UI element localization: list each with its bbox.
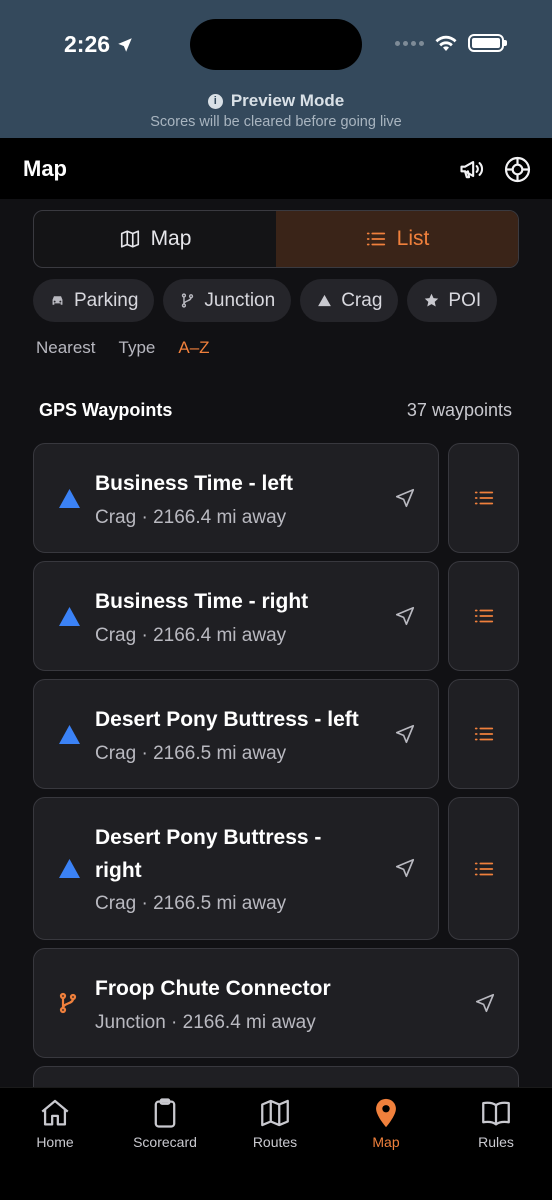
- megaphone-icon[interactable]: [457, 154, 487, 184]
- waypoint-details-button[interactable]: [448, 443, 519, 553]
- tab-scorecard-label: Scorecard: [133, 1134, 197, 1150]
- navigate-arrow-icon[interactable]: [394, 857, 416, 879]
- tab-map[interactable]: Map: [331, 1096, 441, 1150]
- waypoint-list-view: Map List Parking Junction Crag POI Neare…: [0, 199, 552, 1087]
- map-view-button[interactable]: Map: [34, 211, 276, 267]
- waypoint-details-button[interactable]: [448, 797, 519, 940]
- tab-rules-label: Rules: [478, 1134, 514, 1150]
- waypoint-card[interactable]: Desert Pony Buttress - right Crag · 2166…: [33, 797, 439, 940]
- list-icon: [474, 491, 493, 505]
- waypoint-details-button[interactable]: [448, 679, 519, 789]
- view-toggle: Map List: [33, 210, 519, 268]
- waypoint-name: Desert Pony Buttress -: [95, 826, 322, 849]
- sort-a-z[interactable]: A–Z: [178, 338, 209, 358]
- filter-poi[interactable]: POI: [407, 279, 498, 322]
- tab-home-label: Home: [36, 1134, 74, 1150]
- wifi-icon: [435, 35, 457, 51]
- sort-nearest[interactable]: Nearest: [36, 338, 96, 358]
- section-title: GPS Waypoints: [39, 400, 173, 420]
- waypoint-card[interactable]: Froop Chute Connector Junction · 2166.4 …: [33, 948, 519, 1058]
- crag-triangle-icon: [59, 859, 80, 878]
- home-icon: [41, 1099, 69, 1126]
- filter-poi-label: POI: [448, 289, 482, 311]
- waypoint-meta: Crag · 2166.5 mi away: [95, 743, 287, 764]
- preview-banner: 2:26 i Preview Mode Scores will be clear…: [0, 0, 552, 138]
- waypoint-name: Business Time - left: [95, 472, 294, 495]
- filter-junction[interactable]: Junction: [163, 279, 292, 322]
- waypoint-meta: Junction · 2166.4 mi away: [95, 1012, 316, 1033]
- waypoint-name: Froop Chute Connector: [95, 977, 331, 1000]
- cellular-signal-icon: [395, 40, 424, 46]
- filter-crag[interactable]: Crag: [300, 279, 399, 322]
- waypoint-card[interactable]: Business Time - right Crag · 2166.4 mi a…: [33, 561, 439, 671]
- navigate-arrow-icon[interactable]: [394, 487, 416, 509]
- filter-junction-label: Junction: [204, 289, 276, 311]
- tab-rules[interactable]: Rules: [441, 1096, 551, 1150]
- map-icon: [261, 1099, 289, 1127]
- list-view-label: List: [396, 227, 430, 250]
- book-icon: [482, 1101, 510, 1126]
- location-arrow-icon: [118, 37, 132, 52]
- dynamic-island: [190, 19, 362, 70]
- navigate-arrow-icon[interactable]: [394, 605, 416, 627]
- list-icon: [366, 232, 385, 246]
- tab-home[interactable]: Home: [0, 1096, 110, 1150]
- filter-chips: Parking Junction Crag POI: [33, 279, 498, 322]
- crag-triangle-icon: [59, 489, 80, 508]
- sort-options: Nearest Type A–Z: [36, 338, 210, 358]
- navigate-arrow-icon[interactable]: [394, 723, 416, 745]
- filter-crag-label: Crag: [341, 289, 383, 311]
- sort-type[interactable]: Type: [119, 338, 156, 358]
- clock: 2:26: [64, 31, 111, 57]
- car-icon: [52, 296, 63, 305]
- tab-routes-label: Routes: [252, 1134, 298, 1150]
- branch-icon: [182, 293, 194, 308]
- filter-parking-label: Parking: [74, 289, 139, 311]
- filter-parking[interactable]: Parking: [33, 279, 155, 322]
- waypoint-name: Business Time - right: [95, 590, 309, 613]
- map-pin-icon: [376, 1098, 396, 1128]
- navigate-arrow-icon[interactable]: [474, 992, 496, 1014]
- clipboard-icon: [154, 1098, 176, 1128]
- list-icon: [474, 862, 493, 875]
- waypoint-meta: Crag · 2166.4 mi away: [95, 507, 287, 528]
- preview-mode-title: i Preview Mode: [0, 91, 552, 111]
- triangle-icon: [318, 294, 332, 307]
- map-view-label: Map: [150, 227, 192, 250]
- waypoint-count: 37 waypoints: [406, 400, 512, 420]
- waypoint-meta: Crag · 2166.5 mi away: [95, 893, 287, 914]
- waypoint-card[interactable]: Business Time - left Crag · 2166.4 mi aw…: [33, 443, 439, 553]
- preview-subtitle: Scores will be cleared before going live: [150, 114, 402, 130]
- battery-icon: [468, 34, 507, 52]
- app-header: Map: [0, 138, 552, 199]
- preview-title-text: Preview Mode: [230, 91, 345, 110]
- list-icon: [474, 727, 493, 741]
- status-indicators: [395, 34, 507, 52]
- tab-routes[interactable]: Routes: [220, 1096, 330, 1150]
- lifebuoy-icon[interactable]: [502, 154, 532, 184]
- info-icon: i: [207, 93, 223, 109]
- crag-triangle-icon: [59, 607, 80, 626]
- waypoint-meta: Crag · 2166.4 mi away: [95, 625, 287, 646]
- page-title: Map: [23, 156, 67, 181]
- list-view-button[interactable]: List: [276, 211, 518, 267]
- waypoint-name-continued: right: [95, 859, 142, 882]
- waypoint-card[interactable]: Desert Pony Buttress - left Crag · 2166.…: [33, 679, 439, 789]
- waypoint-card[interactable]: [33, 1066, 519, 1087]
- map-icon: [120, 230, 139, 248]
- tab-bar: Home Scorecard Routes Map Rules: [0, 1087, 552, 1200]
- crag-triangle-icon: [59, 725, 80, 744]
- waypoint-name: Desert Pony Buttress - left: [95, 708, 359, 731]
- list-icon: [474, 609, 493, 623]
- tab-map-label: Map: [372, 1134, 400, 1150]
- junction-branch-icon: [59, 992, 77, 1014]
- star-icon: [425, 293, 439, 307]
- tab-scorecard[interactable]: Scorecard: [110, 1096, 220, 1150]
- waypoint-details-button[interactable]: [448, 561, 519, 671]
- status-time: 2:26: [64, 31, 134, 58]
